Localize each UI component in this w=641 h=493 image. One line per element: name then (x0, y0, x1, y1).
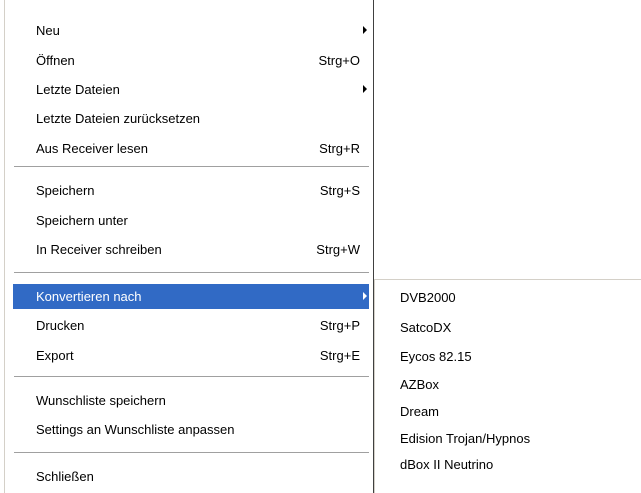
submenu-item-label: dBox II Neutrino (400, 457, 494, 472)
menu-item-label: Konvertieren nach (36, 289, 142, 304)
menu-item-wunschliste-speichern[interactable]: Wunschliste speichern (5, 388, 373, 414)
menu-item-settings-an-wunschliste-anpassen[interactable]: Settings an Wunschliste anpassen (5, 417, 373, 443)
menu-item-shortcut: Strg+E (319, 348, 360, 363)
menu-item-label: Wunschliste speichern (36, 393, 166, 408)
menu-item-export[interactable]: Export Strg+E (5, 343, 373, 369)
menu-item-label: In Receiver schreiben (36, 242, 162, 257)
menu-separator (14, 166, 369, 168)
submenu-item-satcodx[interactable]: SatcoDX (375, 315, 641, 341)
menu-item-label: Settings an Wunschliste anpassen (36, 422, 235, 437)
menu-item-shortcut: Strg+O (318, 53, 360, 68)
submenu-item-dbox-neutrino[interactable]: dBox II Neutrino (375, 452, 641, 478)
submenu-item-label: DVB2000 (400, 290, 456, 305)
menu-item-oeffnen[interactable]: Öffnen Strg+O (5, 48, 373, 74)
menu-item-label: Schließen (36, 469, 94, 484)
menu-item-label: Aus Receiver lesen (36, 141, 148, 156)
submenu-item-edision[interactable]: Edision Trojan/Hypnos (375, 426, 641, 452)
submenu-item-label: AZBox (400, 377, 440, 392)
menu-item-label: Neu (36, 23, 60, 38)
menu-item-konvertieren-nach[interactable]: Konvertieren nach (13, 284, 369, 309)
menu-separator (14, 272, 369, 274)
submenu-item-eycos[interactable]: Eycos 82.15 (375, 344, 641, 370)
menu-item-label: Export (36, 348, 74, 363)
menu-item-neu[interactable]: Neu (5, 18, 373, 44)
menu-item-label: Öffnen (36, 53, 75, 68)
menu-item-label: Letzte Dateien (36, 82, 120, 97)
submenu-item-label: Eycos 82.15 (400, 349, 472, 364)
submenu-arrow-icon (363, 26, 367, 34)
menu-item-schliessen[interactable]: Schließen (5, 464, 373, 490)
menu-item-shortcut: Strg+W (316, 242, 360, 257)
menu-item-letzte-dateien[interactable]: Letzte Dateien (5, 77, 373, 103)
menu-item-label: Speichern unter (36, 213, 128, 228)
submenu-item-label: Edision Trojan/Hypnos (400, 431, 531, 446)
menu-item-shortcut: Strg+P (319, 318, 360, 333)
menu-item-label: Speichern (36, 183, 95, 198)
convert-submenu: DVB2000 SatcoDX Eycos 82.15 AZBox Dream … (374, 279, 641, 493)
menu-item-speichern-unter[interactable]: Speichern unter (5, 208, 373, 234)
menu-item-aus-receiver-lesen[interactable]: Aus Receiver lesen Strg+R (5, 136, 373, 162)
menu-separator (14, 376, 369, 378)
menu-item-drucken[interactable]: Drucken Strg+P (5, 313, 373, 339)
file-menu: Neu Öffnen Strg+O Letzte Dateien Letzte … (4, 0, 374, 493)
menu-separator (14, 452, 369, 454)
submenu-item-label: Dream (400, 404, 440, 419)
submenu-item-dream[interactable]: Dream (375, 399, 641, 425)
menu-item-shortcut: Strg+R (319, 141, 360, 156)
menu-item-label: Drucken (36, 318, 85, 333)
menu-item-in-receiver-schreiben[interactable]: In Receiver schreiben Strg+W (5, 237, 373, 263)
menu-item-letzte-dateien-zuruecksetzen[interactable]: Letzte Dateien zurücksetzen (5, 106, 373, 132)
menu-item-label: Letzte Dateien zurücksetzen (36, 111, 201, 126)
menu-item-speichern[interactable]: Speichern Strg+S (5, 178, 373, 204)
submenu-item-dvb2000[interactable]: DVB2000 (375, 285, 641, 311)
submenu-item-label: SatcoDX (400, 320, 452, 335)
submenu-arrow-icon (363, 85, 367, 93)
menu-item-shortcut: Strg+S (319, 183, 360, 198)
submenu-item-azbox[interactable]: AZBox (375, 372, 641, 398)
submenu-arrow-icon (363, 292, 367, 300)
